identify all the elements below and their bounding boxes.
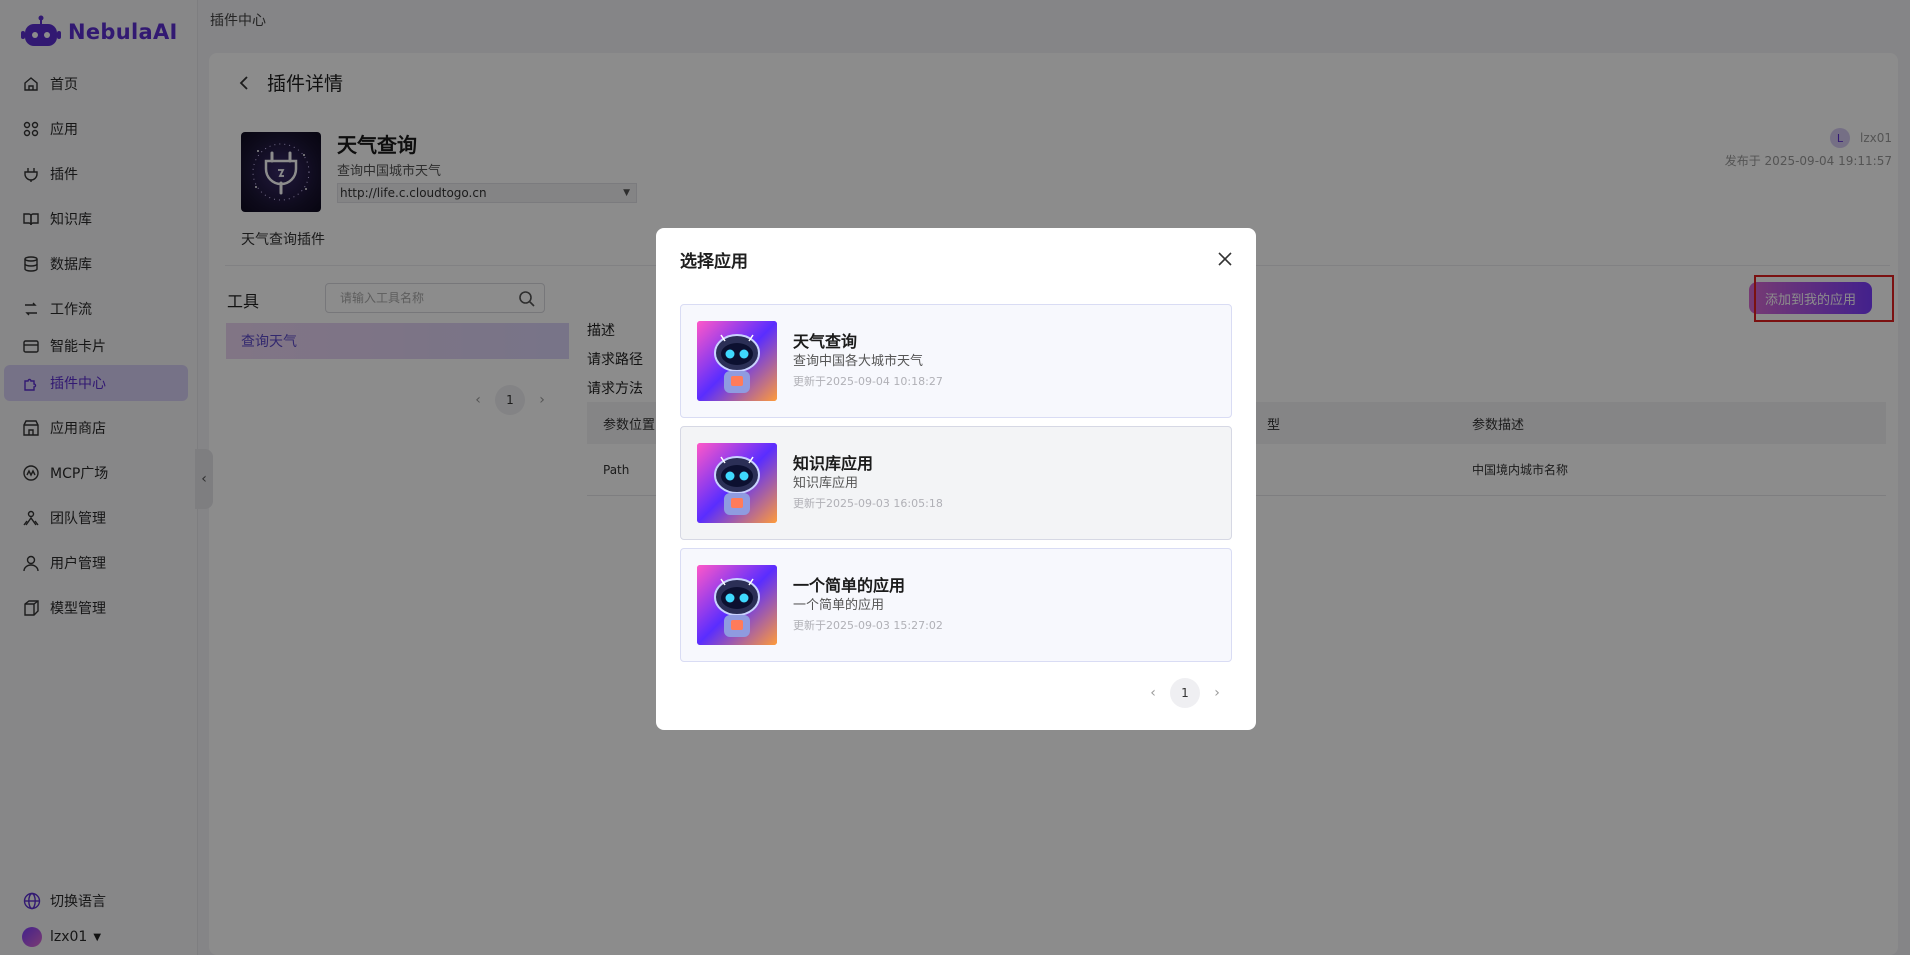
app-info: 知识库应用 知识库应用 更新于2025-09-03 16:05:18	[793, 453, 943, 513]
modal-title: 选择应用	[680, 252, 748, 272]
close-icon[interactable]	[1214, 248, 1236, 270]
app-thumbnail	[697, 443, 777, 523]
select-app-modal: 选择应用 天气查询 查询中国各大城市天气 更新于2025-09-04 10:18…	[656, 228, 1256, 730]
app-updated-time: 更新于2025-09-03 15:27:02	[793, 619, 943, 632]
list-item[interactable]: 天气查询 查询中国各大城市天气 更新于2025-09-04 10:18:27	[680, 304, 1232, 418]
app-description: 查询中国各大城市天气	[793, 354, 924, 369]
app-name: 天气查询	[793, 332, 858, 351]
prev-page-icon[interactable]: ‹	[1142, 685, 1164, 701]
app-description: 知识库应用	[793, 476, 859, 491]
next-page-icon[interactable]: ›	[1206, 685, 1228, 701]
app-description: 一个简单的应用	[793, 598, 885, 613]
page-number[interactable]: 1	[1170, 678, 1200, 708]
app-info: 一个简单的应用 一个简单的应用 更新于2025-09-03 15:27:02	[793, 575, 943, 635]
list-item[interactable]: 一个简单的应用 一个简单的应用 更新于2025-09-03 15:27:02	[680, 548, 1232, 662]
app-info: 天气查询 查询中国各大城市天气 更新于2025-09-04 10:18:27	[793, 331, 943, 391]
list-item[interactable]: 知识库应用 知识库应用 更新于2025-09-03 16:05:18	[680, 426, 1232, 540]
app-name: 一个简单的应用	[793, 576, 906, 595]
app-thumbnail	[697, 321, 777, 401]
app-updated-time: 更新于2025-09-03 16:05:18	[793, 497, 943, 510]
modal-pagination: ‹ 1 ›	[1142, 678, 1228, 708]
app-list: 天气查询 查询中国各大城市天气 更新于2025-09-04 10:18:27 知…	[680, 304, 1232, 670]
app-updated-time: 更新于2025-09-04 10:18:27	[793, 375, 943, 388]
app-name: 知识库应用	[793, 454, 874, 473]
app-thumbnail	[697, 565, 777, 645]
